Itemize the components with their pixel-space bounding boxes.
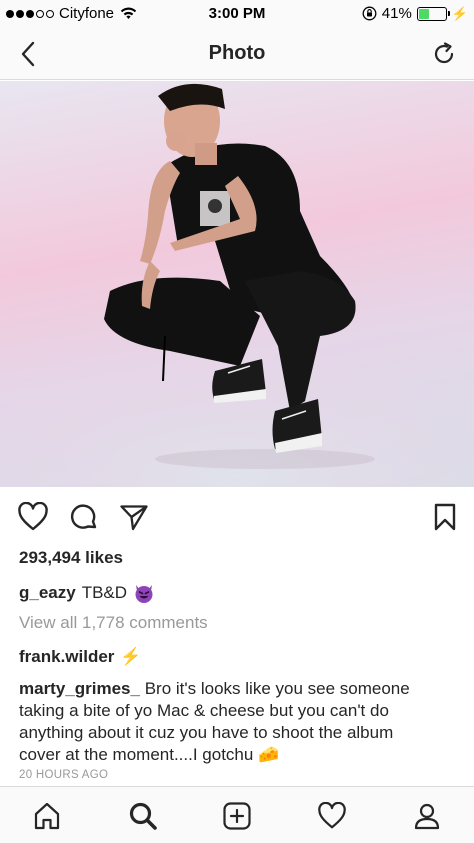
profile-icon	[414, 803, 440, 830]
battery-level	[418, 8, 430, 19]
comment-icon	[70, 504, 97, 529]
comment-item: frank.wilder ⚡	[19, 647, 142, 667]
post-photo[interactable]	[0, 81, 474, 487]
tab-profile[interactable]	[410, 799, 444, 833]
share-button[interactable]	[117, 500, 151, 534]
tab-new-post[interactable]	[220, 799, 254, 833]
bottom-tab-bar	[0, 786, 474, 843]
refresh-button[interactable]	[430, 40, 458, 68]
view-all-comments-link[interactable]: View all 1,778 comments	[19, 613, 208, 633]
comment-button[interactable]	[67, 500, 101, 534]
action-bar	[0, 498, 474, 536]
refresh-icon	[434, 42, 454, 64]
share-icon	[120, 505, 148, 531]
search-icon	[129, 802, 157, 830]
likes-count[interactable]: 293,494 likes	[19, 548, 123, 568]
comment-item: marty_grimes_ Bro it's looks like you se…	[19, 678, 439, 766]
battery-icon	[416, 6, 450, 21]
author-username[interactable]: g_eazy	[19, 583, 76, 603]
page-title: Photo	[208, 42, 266, 64]
smiling-devil-emoji-icon	[135, 585, 153, 603]
post-timestamp: 20 HOURS AGO	[19, 769, 109, 781]
bookmark-button[interactable]	[428, 500, 462, 534]
tab-activity[interactable]	[315, 799, 349, 833]
battery-info: 41% ⚡	[362, 5, 468, 22]
post-caption: g_eazy TB&D	[19, 582, 155, 604]
battery-percent: 41%	[381, 5, 412, 22]
home-icon	[34, 802, 60, 830]
tab-search[interactable]	[126, 799, 160, 833]
like-button[interactable]	[16, 500, 50, 534]
navigation-bar: Photo	[0, 28, 474, 80]
activity-heart-icon	[318, 802, 346, 829]
status-bar: Cityfone 3:00 PM 41% ⚡	[0, 0, 474, 28]
person-crouching-illustration	[0, 83, 474, 487]
tab-home[interactable]	[30, 799, 64, 833]
add-post-icon	[223, 802, 251, 830]
comment-username[interactable]: marty_grimes_	[19, 679, 140, 698]
bookmark-icon	[434, 503, 456, 531]
comment-username[interactable]: frank.wilder	[19, 647, 114, 667]
charging-icon: ⚡	[451, 5, 468, 21]
heart-icon	[18, 502, 48, 531]
caption-text: TB&D	[81, 583, 128, 602]
orientation-lock-icon	[362, 6, 377, 21]
comment-text: ⚡	[120, 647, 142, 666]
